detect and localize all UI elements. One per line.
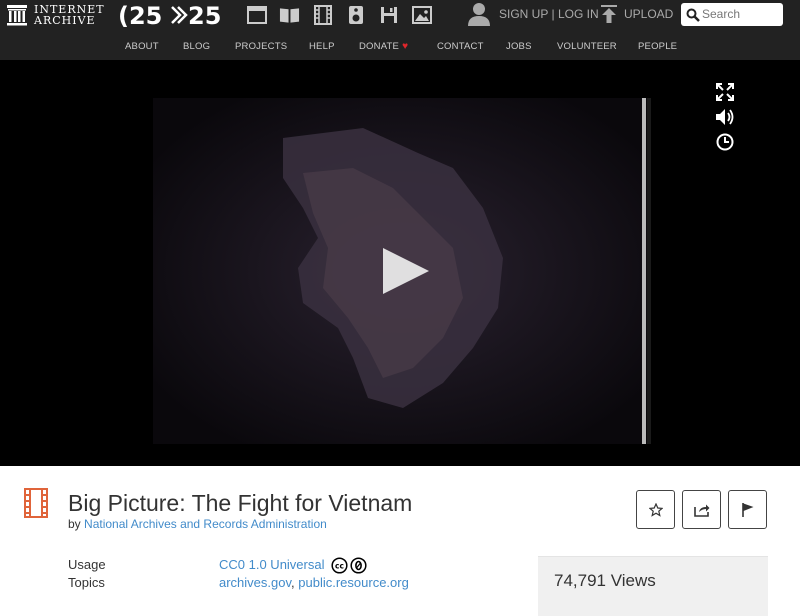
nav-help[interactable]: HELP bbox=[309, 41, 335, 52]
star-icon bbox=[648, 502, 663, 517]
heart-icon: ♥ bbox=[402, 41, 409, 52]
play-button[interactable] bbox=[381, 246, 431, 296]
item-byline: by National Archives and Records Adminis… bbox=[68, 517, 327, 531]
cc-license-label: cc bbox=[335, 562, 344, 571]
flag-button[interactable] bbox=[728, 490, 767, 529]
usage-value: CC0 1.0 Universal cc bbox=[219, 557, 367, 574]
upload-link[interactable]: UPLOAD bbox=[624, 7, 673, 21]
nav-about[interactable]: ABOUT bbox=[125, 41, 159, 52]
search-box bbox=[681, 3, 783, 26]
topic-separator: , bbox=[291, 575, 295, 590]
share-icon bbox=[693, 504, 709, 517]
svg-text:(25: (25 bbox=[118, 2, 162, 28]
favorite-button[interactable] bbox=[636, 490, 675, 529]
nav-projects[interactable]: PROJECTS bbox=[235, 41, 287, 52]
archive-temple-icon bbox=[7, 5, 27, 26]
nav-blog[interactable]: BLOG bbox=[183, 41, 210, 52]
cc-zero-icon bbox=[350, 557, 367, 574]
usage-label: Usage bbox=[68, 557, 106, 572]
cc-license-icon: cc bbox=[331, 557, 348, 574]
nav-people[interactable]: PEOPLE bbox=[638, 41, 677, 52]
video-frame[interactable] bbox=[153, 98, 651, 444]
by-label: by bbox=[68, 517, 81, 531]
topic-link[interactable]: archives.gov bbox=[219, 575, 291, 590]
images-icon[interactable] bbox=[411, 4, 432, 25]
logo-line-2: ARCHIVE bbox=[34, 14, 96, 27]
nav-volunteer[interactable]: VOLUNTEER bbox=[557, 41, 617, 52]
top-bar: INTERNET ARCHIVE (25 25 SIGN UP | LOG IN… bbox=[0, 0, 800, 30]
topic-link[interactable]: public.resource.org bbox=[298, 575, 409, 590]
software-icon[interactable] bbox=[378, 4, 399, 25]
auth-links: SIGN UP | LOG IN bbox=[499, 7, 599, 21]
creator-link[interactable]: National Archives and Records Administra… bbox=[84, 517, 327, 531]
svg-text:25: 25 bbox=[188, 2, 221, 28]
user-avatar-icon[interactable] bbox=[468, 2, 490, 26]
item-title: Big Picture: The Fight for Vietnam bbox=[68, 490, 413, 516]
video-icon[interactable] bbox=[312, 4, 333, 25]
upload-icon[interactable] bbox=[601, 5, 617, 23]
fullscreen-icon[interactable] bbox=[715, 82, 735, 102]
license-link[interactable]: CC0 1.0 Universal bbox=[219, 557, 325, 572]
flag-icon bbox=[741, 502, 753, 517]
volume-icon[interactable] bbox=[715, 107, 735, 127]
web-icon[interactable] bbox=[246, 4, 267, 25]
clock-icon[interactable] bbox=[715, 132, 735, 152]
license-badges: cc bbox=[331, 557, 367, 574]
film-icon bbox=[24, 488, 48, 518]
audio-icon[interactable] bbox=[345, 4, 366, 25]
stats-panel: 74,791 Views bbox=[538, 556, 768, 616]
secondary-nav: ABOUT BLOG PROJECTS HELP DONATE ♥ CONTACT… bbox=[0, 30, 800, 60]
texts-icon[interactable] bbox=[279, 4, 300, 25]
media-type-icons bbox=[246, 4, 432, 25]
search-icon[interactable] bbox=[686, 8, 700, 22]
video-player bbox=[0, 60, 800, 466]
search-input[interactable] bbox=[702, 6, 780, 22]
share-button[interactable] bbox=[682, 490, 721, 529]
nav-contact[interactable]: CONTACT bbox=[437, 41, 484, 52]
signup-link[interactable]: SIGN UP bbox=[499, 7, 548, 21]
topics-list: archives.gov, public.resource.org bbox=[219, 575, 409, 590]
nav-donate-label: DONATE bbox=[359, 41, 400, 52]
anniversary-25-logo[interactable]: (25 25 bbox=[118, 2, 226, 28]
views-count: 74,791 Views bbox=[554, 571, 656, 590]
login-link[interactable]: LOG IN bbox=[558, 7, 599, 21]
auth-divider: | bbox=[551, 7, 555, 21]
topics-label: Topics bbox=[68, 575, 105, 590]
nav-donate[interactable]: DONATE ♥ bbox=[359, 41, 408, 52]
nav-jobs[interactable]: JOBS bbox=[506, 41, 532, 52]
internet-archive-logo[interactable]: INTERNET ARCHIVE bbox=[6, 0, 105, 30]
